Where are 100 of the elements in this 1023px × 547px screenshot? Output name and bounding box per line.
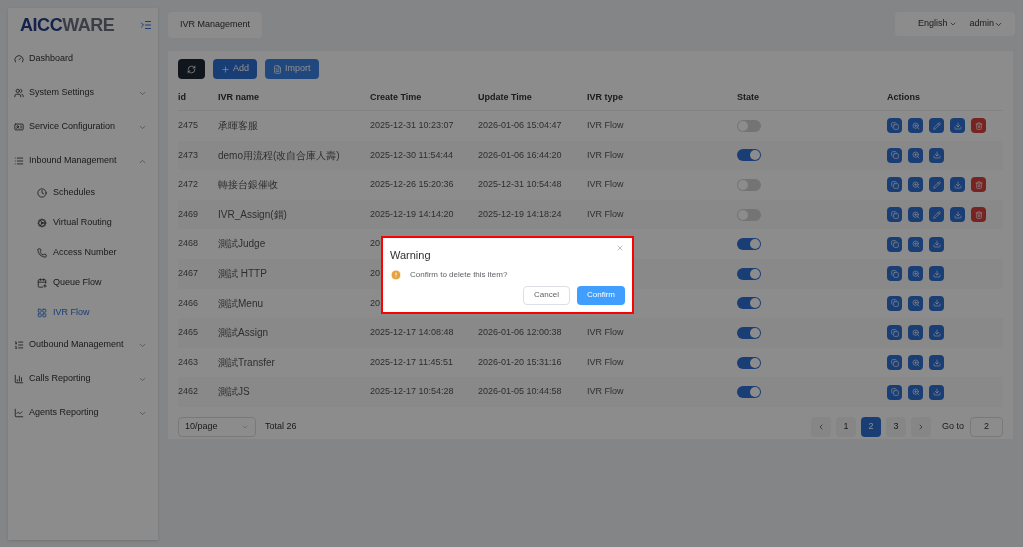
state-toggle[interactable] [737,119,761,132]
table-cell: 承暉客服 [218,120,258,132]
view-button[interactable] [908,236,923,252]
view-button[interactable] [908,207,923,223]
download-button[interactable] [950,118,965,134]
page-size-select[interactable]: 10/page [178,416,256,437]
submenu-item[interactable]: Schedules [8,178,158,208]
table-cell-text: 2467 [178,267,200,280]
state-toggle[interactable] [737,179,761,191]
copy-button[interactable] [887,295,902,311]
download-button[interactable] [929,236,944,252]
copy-button[interactable] [887,147,902,163]
copy-button[interactable] [887,325,902,341]
view-button[interactable] [908,118,923,134]
submenu-item[interactable]: Virtual Routing [8,208,158,238]
view-button[interactable] [908,177,923,193]
goto-label: Go to [942,420,964,434]
state-toggle[interactable] [737,208,761,221]
state-toggle[interactable] [737,386,761,399]
download-button[interactable] [929,384,944,400]
copy-icon [890,240,899,249]
download-button[interactable] [929,355,944,371]
submenu-item[interactable]: IVR Flow [8,298,158,328]
cancel-button[interactable]: Cancel [523,285,570,305]
download-button[interactable] [929,147,944,163]
state-toggle[interactable] [737,326,761,339]
table-cell-text: 2466 [178,296,200,310]
menu-item[interactable]: System Settings [8,76,158,110]
state-toggle[interactable] [737,238,761,251]
close-icon[interactable] [616,244,624,252]
view-button[interactable] [908,384,923,400]
view-button[interactable] [908,355,923,371]
view-button[interactable] [908,325,923,341]
download-icon [953,121,962,130]
edit-button[interactable] [929,207,944,223]
delete-button[interactable] [971,177,986,193]
submenu-item[interactable]: Queue Flow [8,268,158,298]
delete-button[interactable] [971,207,986,223]
refresh-button[interactable] [178,59,205,79]
copy-button[interactable] [887,177,902,193]
goto-page-field[interactable]: 2 [970,416,1003,437]
download-button[interactable] [929,295,944,311]
view-button[interactable] [908,147,923,163]
table-cell: 2026-01-20 15:31:16 [478,356,562,367]
trash-icon [974,121,983,130]
phone-icon [37,248,47,258]
column-header: Create Time [370,90,423,104]
edit-button[interactable] [929,118,944,134]
menu-item[interactable]: Dashboard [8,42,158,76]
user-menu[interactable]: admin [969,17,1003,31]
download-button[interactable] [929,266,944,282]
zoom-in-icon [911,121,920,130]
page-button[interactable]: 3 [886,416,906,437]
download-icon [932,328,941,337]
download-button[interactable] [950,177,965,193]
state-toggle[interactable] [737,267,761,280]
copy-button[interactable] [887,236,902,252]
copy-button[interactable] [887,207,902,223]
download-button[interactable] [950,207,965,223]
submenu-item[interactable]: Access Number [8,238,158,268]
id-card-icon [14,122,24,132]
zoom-in-icon [911,181,920,189]
table-cell: 20 [370,238,380,249]
edit-button[interactable] [929,177,944,193]
calendar-plus-icon [37,278,47,288]
state-toggle[interactable] [737,149,761,162]
copy-icon [890,181,899,189]
page-button[interactable]: 1 [836,416,856,437]
chevron-down-icon [949,20,958,28]
collapse-menu-icon[interactable] [140,19,152,31]
page-button[interactable]: 2 [861,416,881,437]
copy-button[interactable] [887,118,902,134]
menu-item[interactable]: Agents Reporting [8,396,158,430]
copy-button[interactable] [887,266,902,282]
view-button[interactable] [908,295,923,311]
add-button[interactable]: Add [213,59,257,79]
menu-item[interactable]: Outbound Management [8,328,158,362]
language-select[interactable]: English [917,17,958,31]
page-tab[interactable]: IVR Management [168,12,263,38]
copy-icon [890,388,899,397]
view-button[interactable] [908,266,923,282]
table-cell: IVR Flow [587,149,624,160]
table-cell: demo用流程(改自合庫人壽) [218,149,340,161]
menu-item[interactable]: Inbound Management [8,144,158,178]
table-cell: IVR Flow [587,356,624,367]
delete-button[interactable] [971,118,986,134]
state-toggle[interactable] [737,297,761,310]
dialog-title: Warning [390,248,431,263]
copy-button[interactable] [887,384,902,400]
trash-icon [974,210,983,219]
confirm-button[interactable]: Confirm [577,285,625,305]
menu-item[interactable]: Calls Reporting [8,362,158,396]
import-button[interactable]: Import [265,59,319,79]
copy-button[interactable] [887,355,902,371]
download-button[interactable] [929,325,944,341]
zoom-in-icon [911,240,920,249]
table-cell: 測試Transfer [218,356,275,368]
menu-item[interactable]: Service Configuration [8,110,158,144]
table-cell: IVR Flow [587,179,624,190]
state-toggle[interactable] [737,356,761,369]
